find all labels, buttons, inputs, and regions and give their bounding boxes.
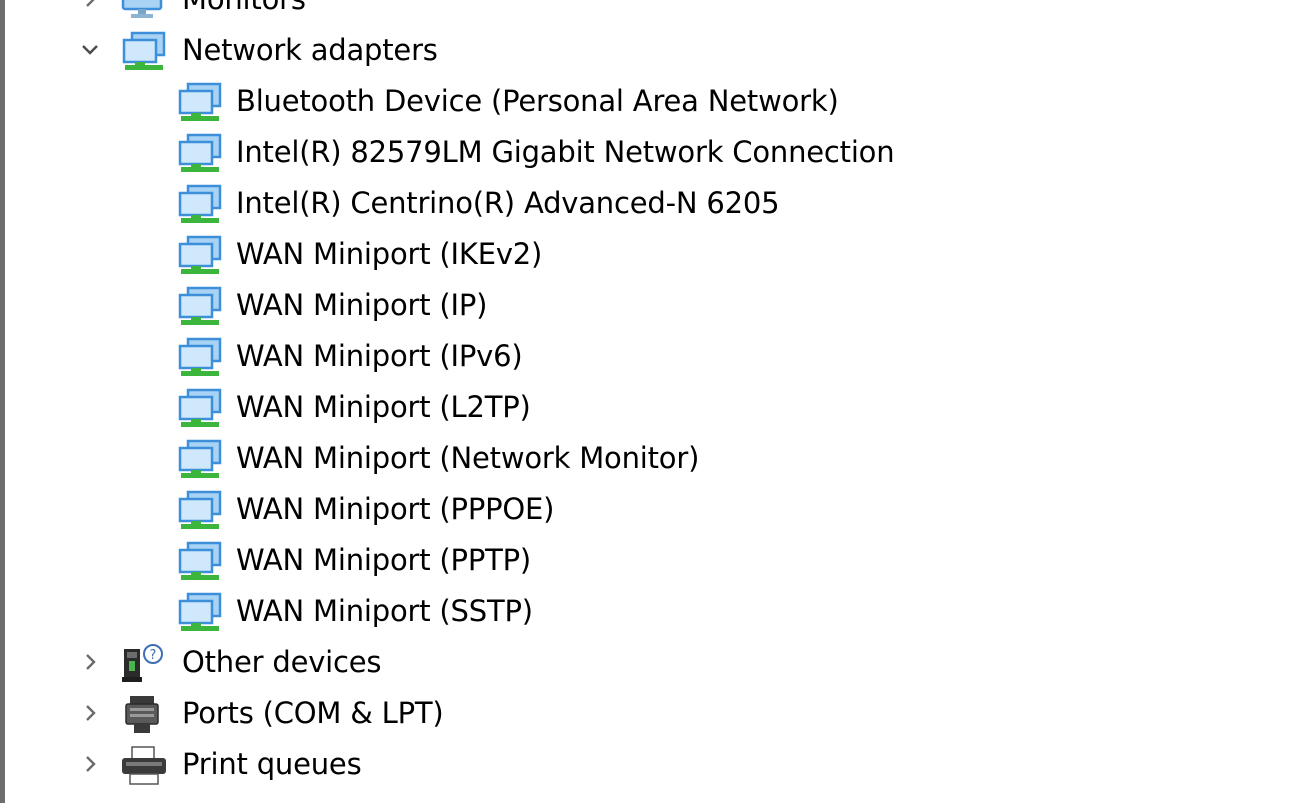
tree-device-item[interactable]: Bluetooth Device (Personal Area Network) [0,76,1293,127]
device-tree[interactable]: Monitors Network adapters Bluetooth Devi… [0,0,1293,790]
unknown-device-icon: ? [120,643,168,685]
tree-device-item[interactable]: WAN Miniport (IKEv2) [0,229,1293,280]
network-adapter-icon [120,31,168,73]
network-adapter-icon [176,133,224,175]
network-adapter-icon [176,82,224,124]
tree-category-monitors[interactable]: Monitors [0,0,1293,25]
printer-icon [120,745,168,787]
network-adapter-icon [176,541,224,583]
port-icon [120,694,168,736]
network-adapter-icon [176,490,224,532]
monitor-icon [120,0,166,20]
tree-category-other-devices[interactable]: ? Other devices [0,637,1293,688]
tree-category-label: Other devices [182,645,382,679]
tree-device-label: WAN Miniport (IKEv2) [236,237,543,271]
network-adapter-icon [176,388,224,430]
tree-device-label: Bluetooth Device (Personal Area Network) [236,84,839,118]
tree-device-label: WAN Miniport (PPTP) [236,543,532,577]
tree-category-label: Network adapters [182,33,438,67]
tree-device-item[interactable]: WAN Miniport (SSTP) [0,586,1293,637]
chevron-down-icon[interactable] [78,38,102,62]
tree-device-item[interactable]: Intel(R) Centrino(R) Advanced-N 6205 [0,178,1293,229]
tree-device-item[interactable]: WAN Miniport (L2TP) [0,382,1293,433]
tree-device-label: Intel(R) Centrino(R) Advanced-N 6205 [236,186,780,220]
tree-device-item[interactable]: WAN Miniport (Network Monitor) [0,433,1293,484]
tree-category-network-adapters[interactable]: Network adapters [0,25,1293,76]
tree-device-label: WAN Miniport (IPv6) [236,339,523,373]
tree-category-label: Monitors [182,0,306,25]
chevron-right-icon[interactable] [78,0,102,11]
tree-device-label: Intel(R) 82579LM Gigabit Network Connect… [236,135,895,169]
tree-device-label: WAN Miniport (SSTP) [236,594,533,628]
chevron-right-icon[interactable] [78,650,102,674]
network-adapter-icon [176,184,224,226]
tree-device-label: WAN Miniport (Network Monitor) [236,441,700,475]
chevron-right-icon[interactable] [78,752,102,776]
network-adapter-icon [176,592,224,634]
tree-device-label: WAN Miniport (IP) [236,288,488,322]
tree-category-print-queues[interactable]: Print queues [0,739,1293,790]
network-adapter-icon [176,235,224,277]
tree-device-item[interactable]: WAN Miniport (IPv6) [0,331,1293,382]
tree-category-label: Print queues [182,747,362,781]
tree-device-label: WAN Miniport (L2TP) [236,390,531,424]
tree-device-label: WAN Miniport (PPPOE) [236,492,555,526]
svg-text:?: ? [150,648,157,663]
tree-device-item[interactable]: WAN Miniport (PPTP) [0,535,1293,586]
tree-device-item[interactable]: WAN Miniport (PPPOE) [0,484,1293,535]
chevron-right-icon[interactable] [78,701,102,725]
network-adapter-icon [176,337,224,379]
network-adapter-icon [176,286,224,328]
tree-category-ports[interactable]: Ports (COM & LPT) [0,688,1293,739]
network-adapter-icon [176,439,224,481]
tree-device-item[interactable]: Intel(R) 82579LM Gigabit Network Connect… [0,127,1293,178]
tree-category-label: Ports (COM & LPT) [182,696,444,730]
tree-device-item[interactable]: WAN Miniport (IP) [0,280,1293,331]
